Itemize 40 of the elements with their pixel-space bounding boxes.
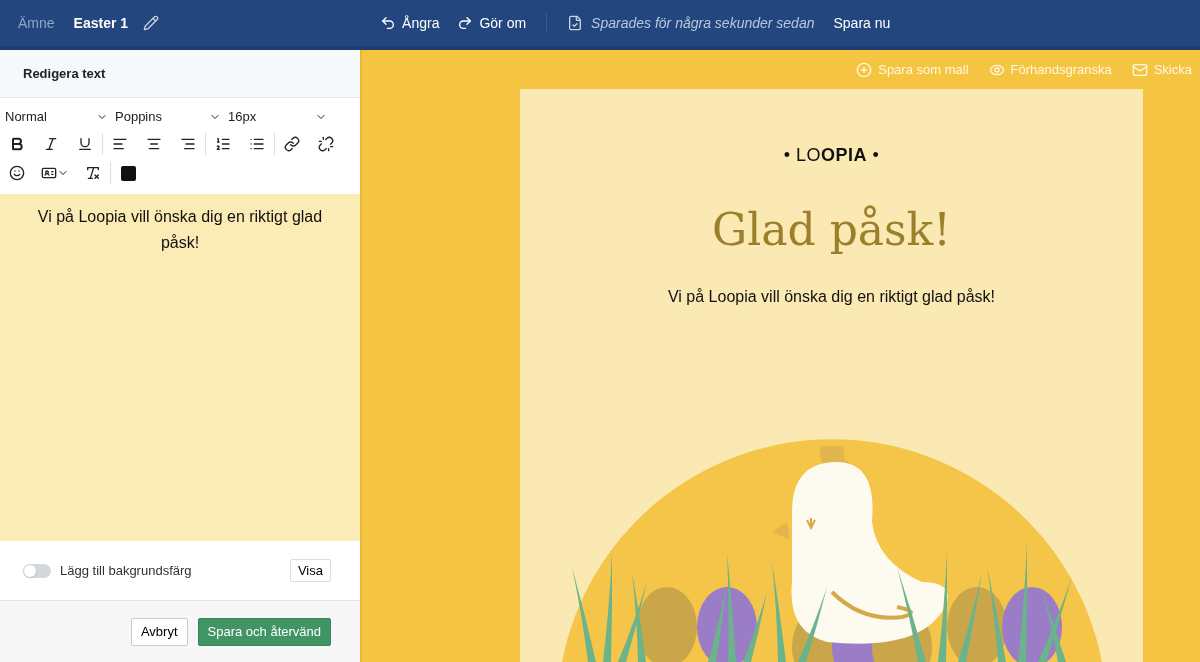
save-now-button[interactable]: Spara nu: [833, 12, 891, 34]
card-icon: [41, 165, 57, 181]
editor-text: Vi på Loopia vill önska dig en riktigt glad påsk!: [37, 208, 323, 251]
italic-icon: [43, 136, 59, 152]
bold-icon: [9, 136, 25, 152]
numbered-list-icon: [215, 136, 231, 152]
panel-title: Redigera text: [23, 64, 106, 83]
email-body: Vi på Loopia vill önska dig en riktigt glad påsk!: [668, 287, 995, 307]
redo-icon: [457, 15, 474, 31]
logo: • LOOPIA •: [783, 144, 880, 167]
align-center-icon: [146, 136, 162, 152]
subject-label: Ämne: [18, 13, 55, 33]
cancel-button[interactable]: Avbryt: [130, 617, 188, 646]
link-icon: [284, 136, 300, 152]
envelope-icon: [1131, 61, 1148, 78]
toolbar-dropdown[interactable]: Poppins: [110, 107, 223, 127]
bullet-list-icon: [249, 136, 265, 152]
plus-circle-icon: [856, 61, 873, 78]
save-status: Sparades för några sekunder sedan: [591, 13, 815, 33]
toggle-label: Lägg till bakgrundsfärg: [60, 561, 192, 580]
text-editor[interactable]: Vi på Loopia vill önska dig en riktigt glad påsk!: [0, 194, 360, 541]
clear-format-icon: [85, 165, 101, 181]
email-heading: Glad påsk!: [712, 203, 951, 257]
color-swatch: [120, 165, 136, 181]
toolbar-dropdown[interactable]: Normal: [0, 107, 110, 127]
undo-icon: [380, 15, 397, 31]
redo-button[interactable]: Gör om: [457, 12, 527, 34]
unlink-icon: [318, 136, 334, 152]
background-toggle[interactable]: [23, 563, 51, 578]
pencil-icon[interactable]: [143, 15, 160, 31]
saved-file-icon: [567, 15, 584, 31]
align-right-icon: [180, 136, 196, 152]
show-button[interactable]: Visa: [289, 559, 331, 582]
align-left-icon: [112, 136, 128, 152]
subject-name: Easter 1: [73, 13, 129, 33]
undo-button[interactable]: Ångra: [380, 12, 440, 34]
smiley-icon: [9, 165, 25, 181]
underline-icon: [77, 136, 93, 152]
toolbar-dropdown[interactable]: 16px: [223, 107, 329, 127]
save-and-return-button[interactable]: Spara och återvänd: [197, 617, 331, 646]
